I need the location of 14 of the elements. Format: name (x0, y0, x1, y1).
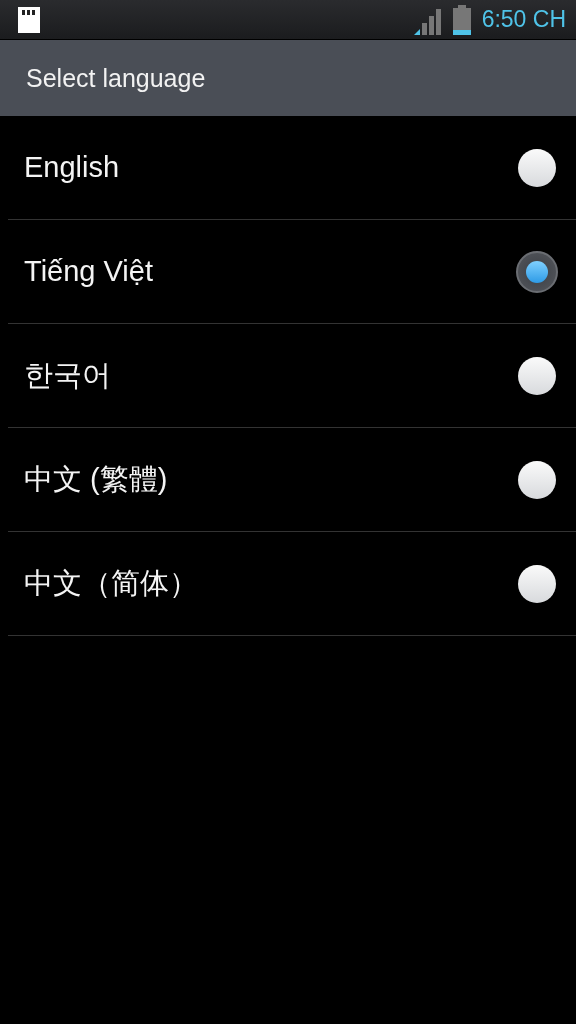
radio-button[interactable] (516, 250, 558, 293)
language-option[interactable]: 中文 (繁體) (8, 428, 576, 532)
sd-card-icon (18, 6, 40, 33)
radio-button[interactable] (518, 356, 556, 395)
language-option[interactable]: Tiếng Việt (8, 220, 576, 324)
radio-button[interactable] (518, 460, 556, 499)
language-option[interactable]: 中文（简体） (8, 532, 576, 636)
radio-button[interactable] (518, 148, 556, 187)
clock: 6:50 CH (481, 6, 566, 33)
radio-button[interactable] (518, 564, 556, 603)
language-option[interactable]: 한국어 (8, 324, 576, 428)
battery-icon (451, 4, 472, 35)
dialog-title: Select language (26, 63, 206, 93)
language-option[interactable]: English (8, 116, 576, 220)
